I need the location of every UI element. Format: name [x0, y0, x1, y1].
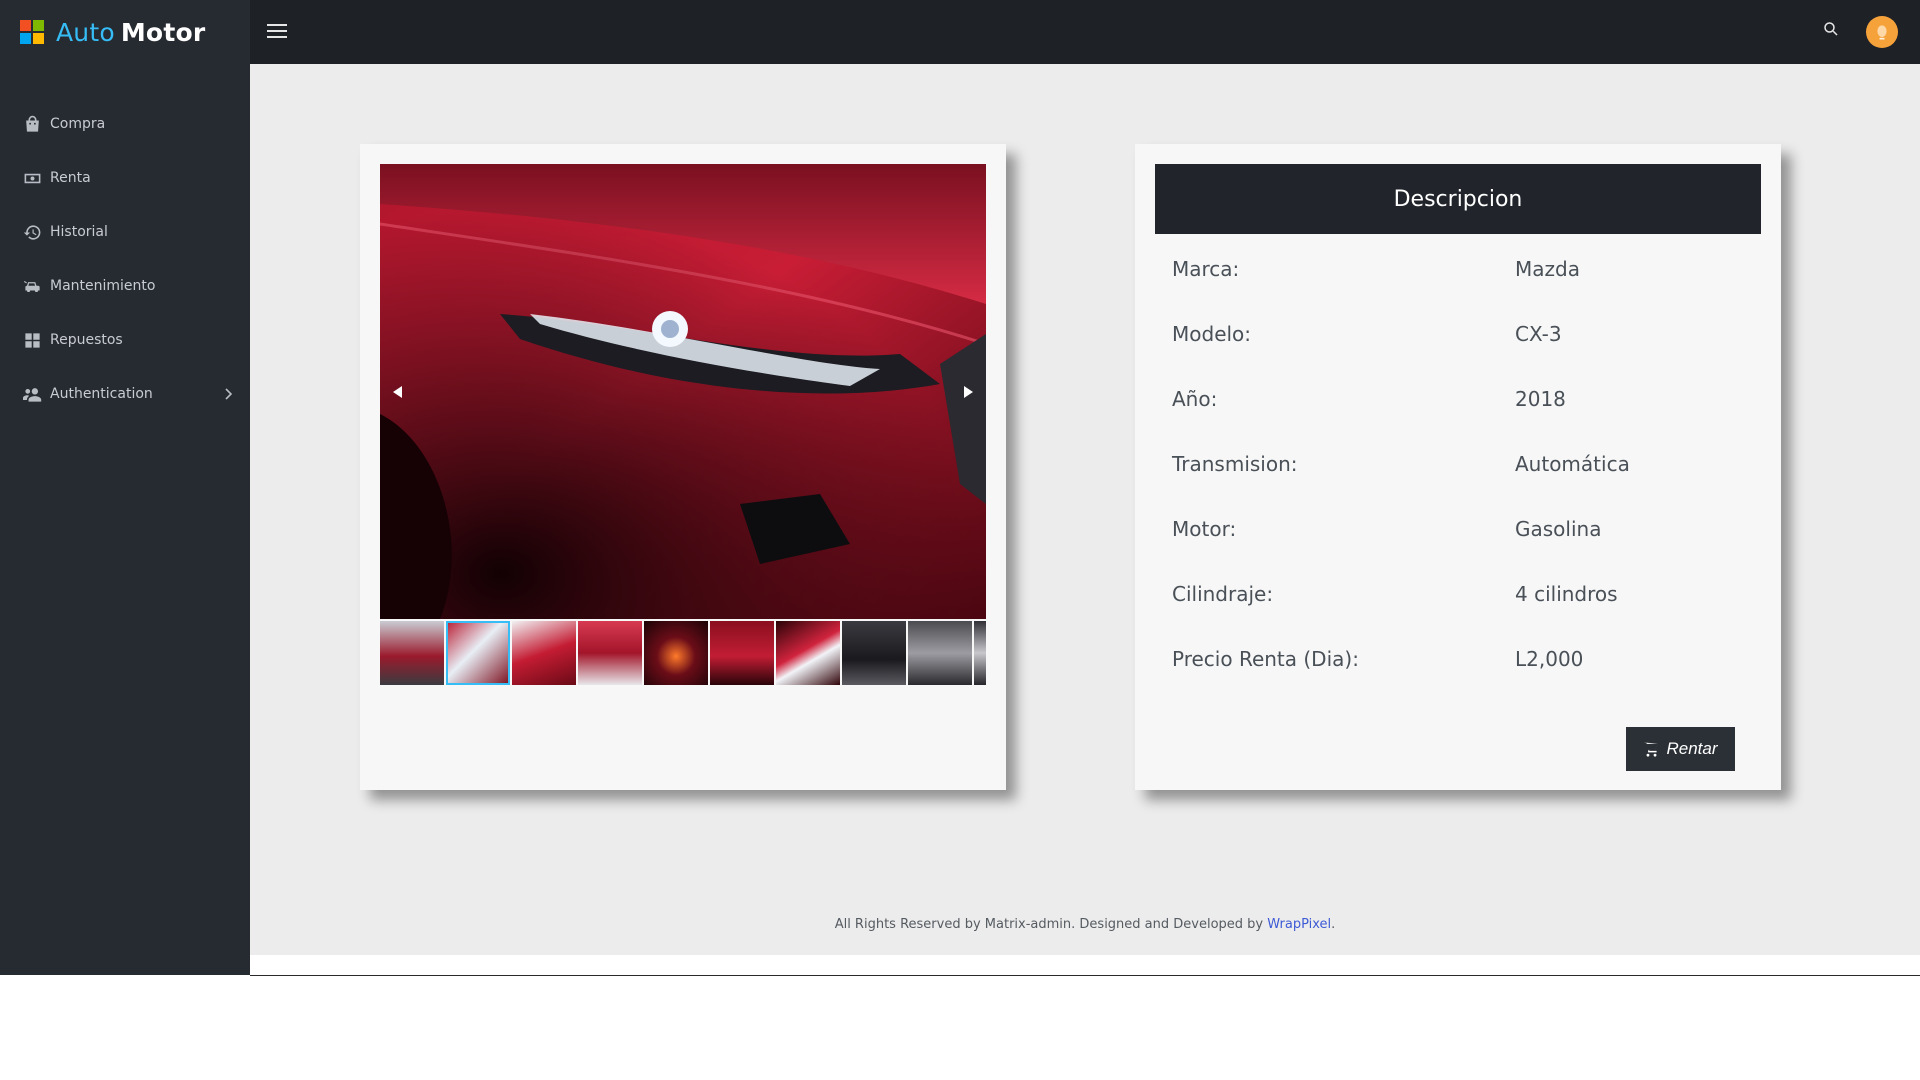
thumbnail-active[interactable]: [446, 621, 510, 685]
description-table: Marca: Mazda Modelo: CX-3 Año: 2018 Tran…: [1155, 236, 1761, 691]
logo-text: Auto Motor: [56, 18, 205, 47]
user-group-icon: [22, 384, 42, 404]
carousel-next-icon[interactable]: [960, 384, 980, 404]
image-carousel[interactable]: [380, 164, 986, 619]
footer-suffix: .: [1331, 917, 1336, 932]
logo-text-motor: Motor: [120, 17, 206, 47]
footer: All Rights Reserved by Matrix-admin. Des…: [250, 917, 1920, 932]
sidebar-item-label: Mantenimiento: [50, 278, 156, 294]
sidebar-item-label: Authentication: [50, 386, 153, 402]
thumbnail[interactable]: [578, 621, 642, 685]
row-value: L2,000: [1515, 646, 1584, 671]
main-content: Descripcion Marca: Mazda Modelo: CX-3 Añ…: [250, 64, 1920, 955]
thumbnail[interactable]: [908, 621, 972, 685]
row-label: Año:: [1172, 386, 1218, 411]
chevron-right-icon: [220, 386, 236, 402]
shopping-bag-icon: [22, 114, 42, 134]
car-wrench-icon: [22, 276, 42, 296]
thumbnail[interactable]: [842, 621, 906, 685]
carousel-prev-icon[interactable]: [390, 384, 410, 404]
logo-icon: [20, 20, 44, 44]
description-card: Descripcion Marca: Mazda Modelo: CX-3 Añ…: [1135, 144, 1781, 790]
grid-icon: [22, 330, 42, 350]
thumbnail[interactable]: [512, 621, 576, 685]
sidebar-item-compra[interactable]: Compra: [0, 97, 250, 151]
row-value: CX-3: [1515, 321, 1562, 346]
row-value: Gasolina: [1515, 516, 1602, 541]
sidebar-item-authentication[interactable]: Authentication: [0, 367, 250, 421]
row-label: Modelo:: [1172, 321, 1252, 346]
table-row: Motor: Gasolina: [1155, 496, 1761, 561]
avatar-icon[interactable]: [1866, 16, 1898, 48]
sidebar-item-label: Renta: [50, 170, 91, 186]
table-row: Transmision: Automática: [1155, 431, 1761, 496]
row-label: Motor:: [1172, 516, 1237, 541]
topbar: [250, 0, 1920, 64]
row-label: Cilindraje:: [1172, 581, 1274, 606]
app-root: Auto Motor Compra Renta Historial Manten…: [0, 0, 1920, 1080]
sidebar-item-renta[interactable]: Renta: [0, 151, 250, 205]
footer-link[interactable]: WrapPixel: [1267, 917, 1331, 932]
row-label: Marca:: [1172, 256, 1240, 281]
table-row: Marca: Mazda: [1155, 236, 1761, 301]
cart-icon: [1644, 741, 1659, 757]
search-icon[interactable]: [1822, 20, 1846, 44]
logo-text-auto: Auto: [56, 17, 115, 47]
footer-text: All Rights Reserved by Matrix-admin. Des…: [834, 917, 1268, 932]
thumbnail[interactable]: [380, 621, 444, 685]
thumbnail[interactable]: [776, 621, 840, 685]
sidebar-item-label: Repuestos: [50, 332, 123, 348]
row-value: 4 cilindros: [1515, 581, 1618, 606]
cash-icon: [22, 168, 42, 188]
row-value: Automática: [1515, 451, 1630, 476]
row-label: Transmision:: [1172, 451, 1298, 476]
sidebar-item-label: Historial: [50, 224, 108, 240]
rent-button-label: Rentar: [1666, 739, 1718, 758]
car-photo: [380, 164, 986, 619]
row-label: Precio Renta (Dia):: [1172, 646, 1359, 671]
sidebar-nav: Compra Renta Historial Mantenimiento Rep…: [0, 97, 250, 421]
sidebar: Auto Motor Compra Renta Historial Manten…: [0, 0, 250, 975]
hamburger-icon[interactable]: [265, 20, 289, 44]
gallery-card: [360, 144, 1006, 790]
table-row: Modelo: CX-3: [1155, 301, 1761, 366]
row-value: Mazda: [1515, 256, 1580, 281]
rent-button[interactable]: Rentar: [1626, 727, 1735, 771]
description-title: Descripcion: [1155, 164, 1761, 234]
thumbnail[interactable]: [644, 621, 708, 685]
sidebar-item-label: Compra: [50, 116, 106, 132]
thumbnail-strip: [380, 621, 986, 685]
content-bottom-border: [250, 975, 1920, 976]
thumbnail[interactable]: [710, 621, 774, 685]
sidebar-item-mantenimiento[interactable]: Mantenimiento: [0, 259, 250, 313]
row-value: 2018: [1515, 386, 1566, 411]
sidebar-item-repuestos[interactable]: Repuestos: [0, 313, 250, 367]
logo[interactable]: Auto Motor: [0, 0, 250, 64]
sidebar-item-historial[interactable]: Historial: [0, 205, 250, 259]
history-icon: [22, 222, 42, 242]
table-row: Cilindraje: 4 cilindros: [1155, 561, 1761, 626]
table-row: Año: 2018: [1155, 366, 1761, 431]
table-row: Precio Renta (Dia): L2,000: [1155, 626, 1761, 691]
thumbnail[interactable]: [974, 621, 986, 685]
